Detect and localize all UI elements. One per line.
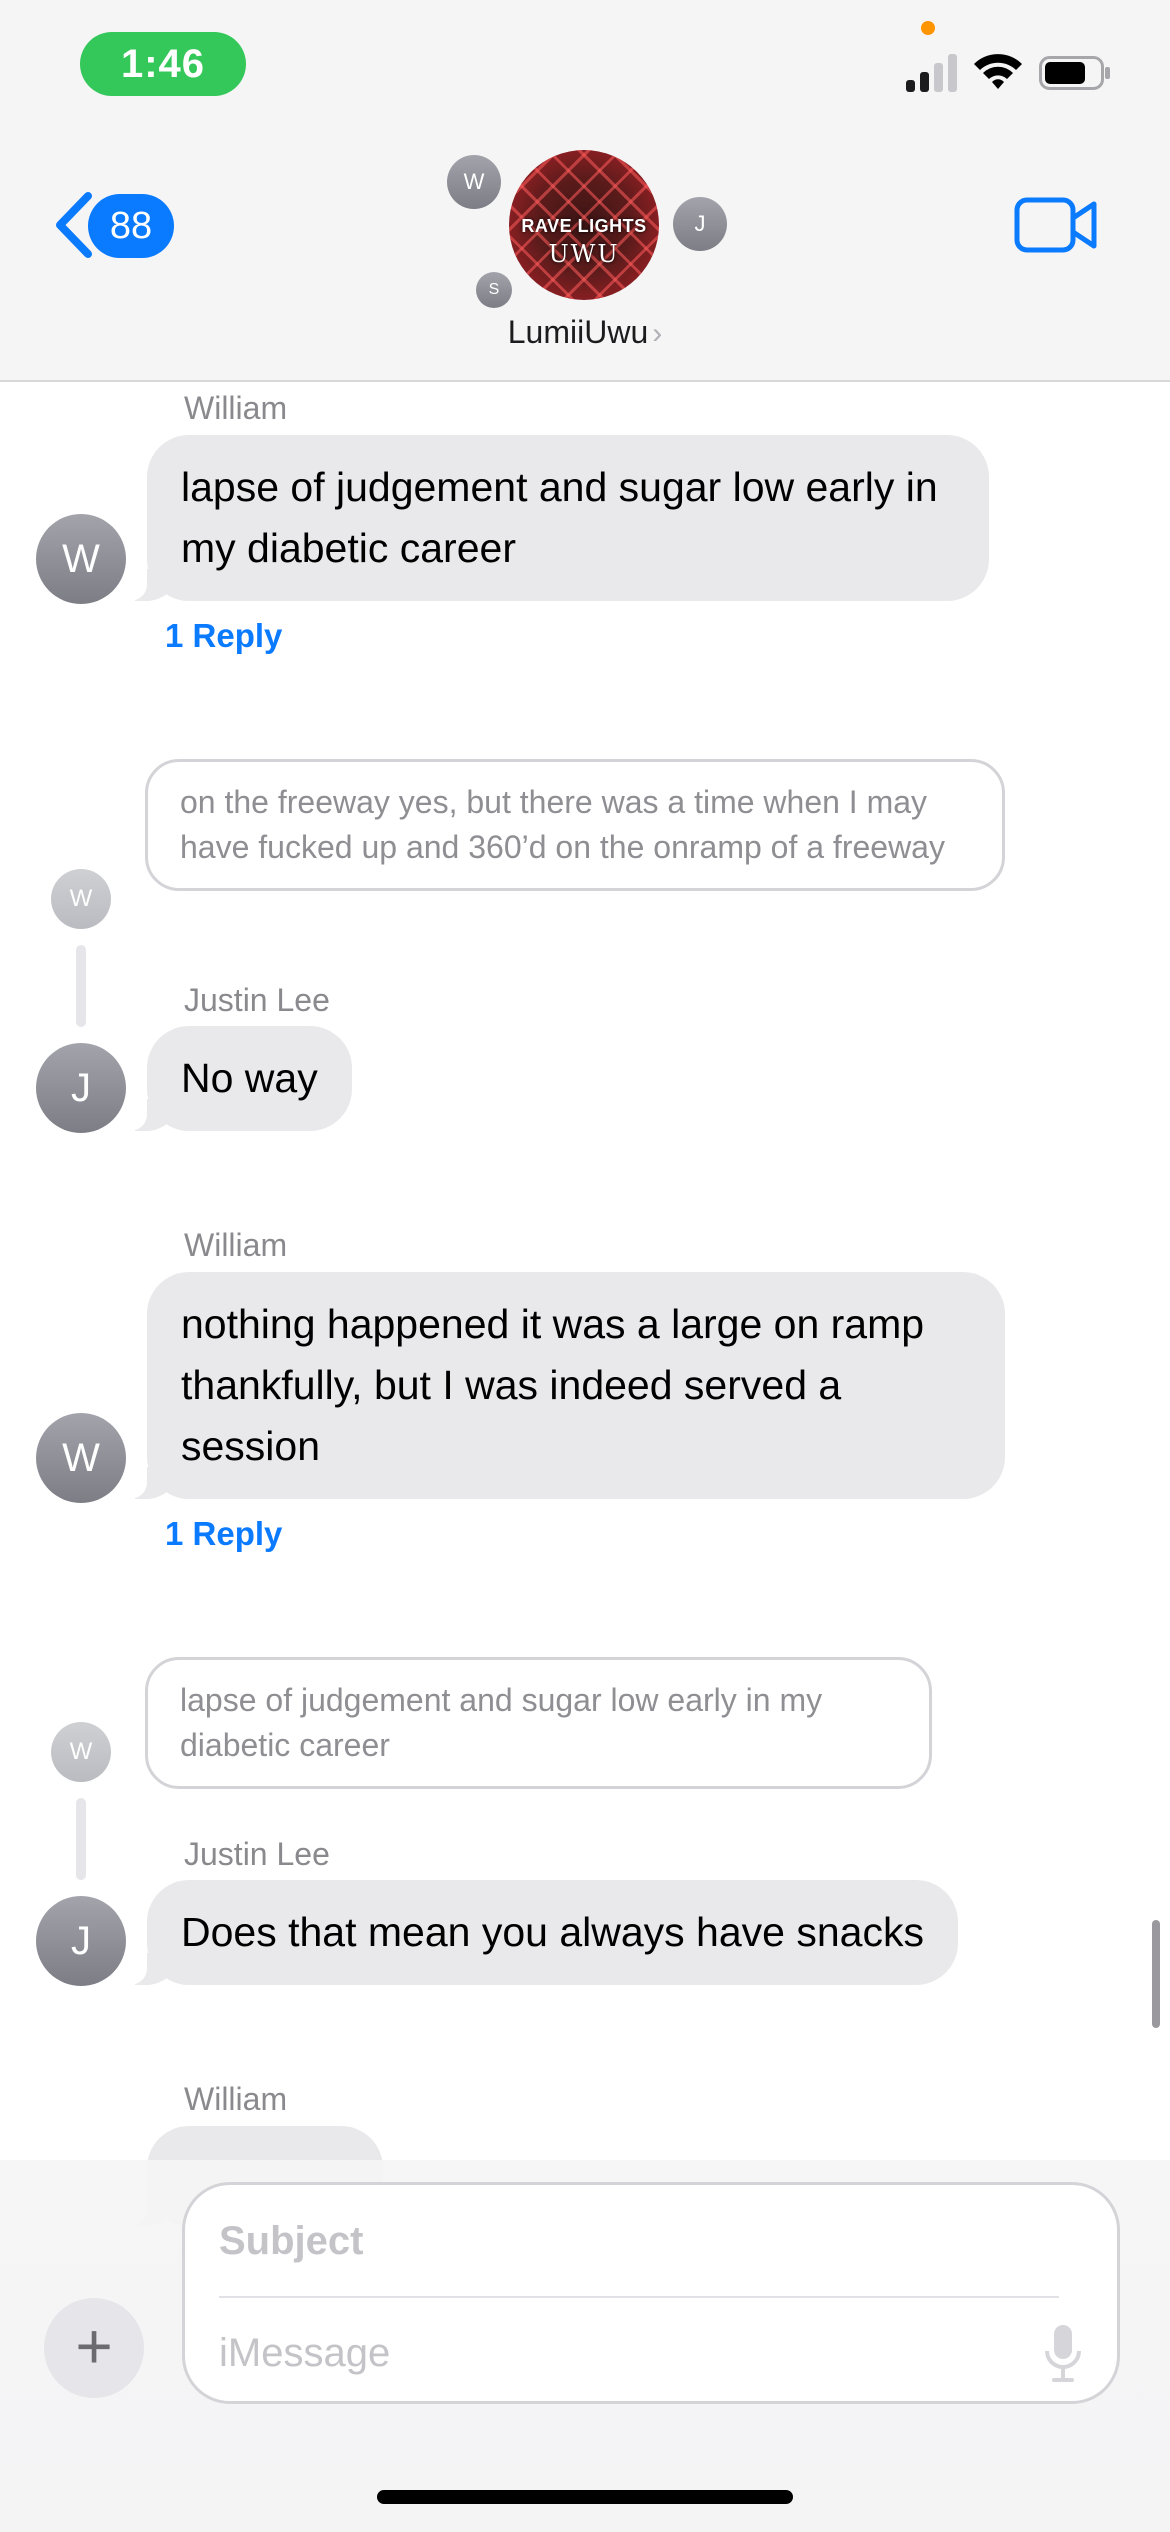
- message-bubble[interactable]: Does that mean you always have snacks: [121, 1880, 958, 1985]
- sender-name: Justin Lee: [184, 1836, 330, 1872]
- quoted-message[interactable]: lapse of judgement and sugar low early i…: [145, 1657, 932, 1789]
- thread-connector: [76, 1798, 86, 1880]
- sender-name: Justin Lee: [184, 982, 330, 1018]
- unread-count-badge: 88: [88, 194, 174, 258]
- member-avatar-s: S: [476, 272, 512, 308]
- subject-field[interactable]: [219, 2211, 1039, 2271]
- sender-name: William: [184, 390, 288, 426]
- quoted-sender-avatar: W: [51, 869, 111, 929]
- sender-name: William: [184, 2081, 288, 2117]
- thread-reply-link[interactable]: 1 Reply: [165, 1515, 282, 1553]
- back-button[interactable]: 88: [44, 180, 174, 270]
- chevron-right-icon: ›: [652, 317, 663, 350]
- sender-avatar[interactable]: W: [36, 514, 126, 604]
- sender-avatar[interactable]: W: [36, 1413, 126, 1503]
- group-avatar-text-top: RAVE LIGHTS: [521, 216, 647, 236]
- thread-reply-link[interactable]: 1 Reply: [165, 617, 282, 655]
- video-camera-icon[interactable]: [1014, 196, 1098, 254]
- imessage-field[interactable]: [219, 2323, 999, 2383]
- thread-connector: [76, 945, 86, 1027]
- message-input-box[interactable]: [182, 2182, 1120, 2404]
- plus-icon: +: [75, 2310, 113, 2382]
- quoted-message[interactable]: on the freeway yes, but there was a time…: [145, 759, 1005, 891]
- member-avatar-w: W: [447, 155, 501, 209]
- sender-avatar[interactable]: J: [36, 1896, 126, 1986]
- message-bubble[interactable]: nothing happened it was a large on ramp …: [121, 1272, 1005, 1499]
- status-time[interactable]: 1:46: [80, 32, 246, 96]
- member-avatar-j: J: [673, 197, 727, 251]
- scroll-indicator[interactable]: [1152, 1920, 1160, 2028]
- sender-name: William: [184, 1227, 288, 1263]
- messages-screen: 1:46 88 W RAVE LIGHTS UWU J S LumiiUwu ›…: [0, 0, 1170, 2532]
- microphone-icon[interactable]: [1043, 2323, 1083, 2383]
- message-bubble[interactable]: No way: [121, 1026, 352, 1131]
- conversation-header: 1:46 88 W RAVE LIGHTS UWU J S LumiiUwu ›: [0, 0, 1170, 382]
- wifi-icon: [974, 54, 1022, 89]
- message-bubble[interactable]: lapse of judgement and sugar low early i…: [121, 435, 989, 601]
- cellular-signal-icon: [906, 52, 960, 92]
- group-avatar-text-bottom: UWU: [548, 240, 620, 268]
- message-composer: +: [0, 2160, 1170, 2532]
- battery-icon: [1039, 56, 1110, 90]
- privacy-indicator-dot: [921, 21, 935, 35]
- input-divider: [219, 2296, 1059, 2298]
- sender-avatar[interactable]: J: [36, 1043, 126, 1133]
- home-indicator[interactable]: [377, 2490, 793, 2504]
- group-name-label: LumiiUwu: [507, 314, 649, 350]
- quoted-sender-avatar: W: [51, 1722, 111, 1782]
- group-name-button[interactable]: LumiiUwu ›: [0, 314, 1170, 351]
- add-attachment-button[interactable]: +: [44, 2298, 144, 2398]
- group-avatar[interactable]: RAVE LIGHTS UWU: [509, 150, 659, 300]
